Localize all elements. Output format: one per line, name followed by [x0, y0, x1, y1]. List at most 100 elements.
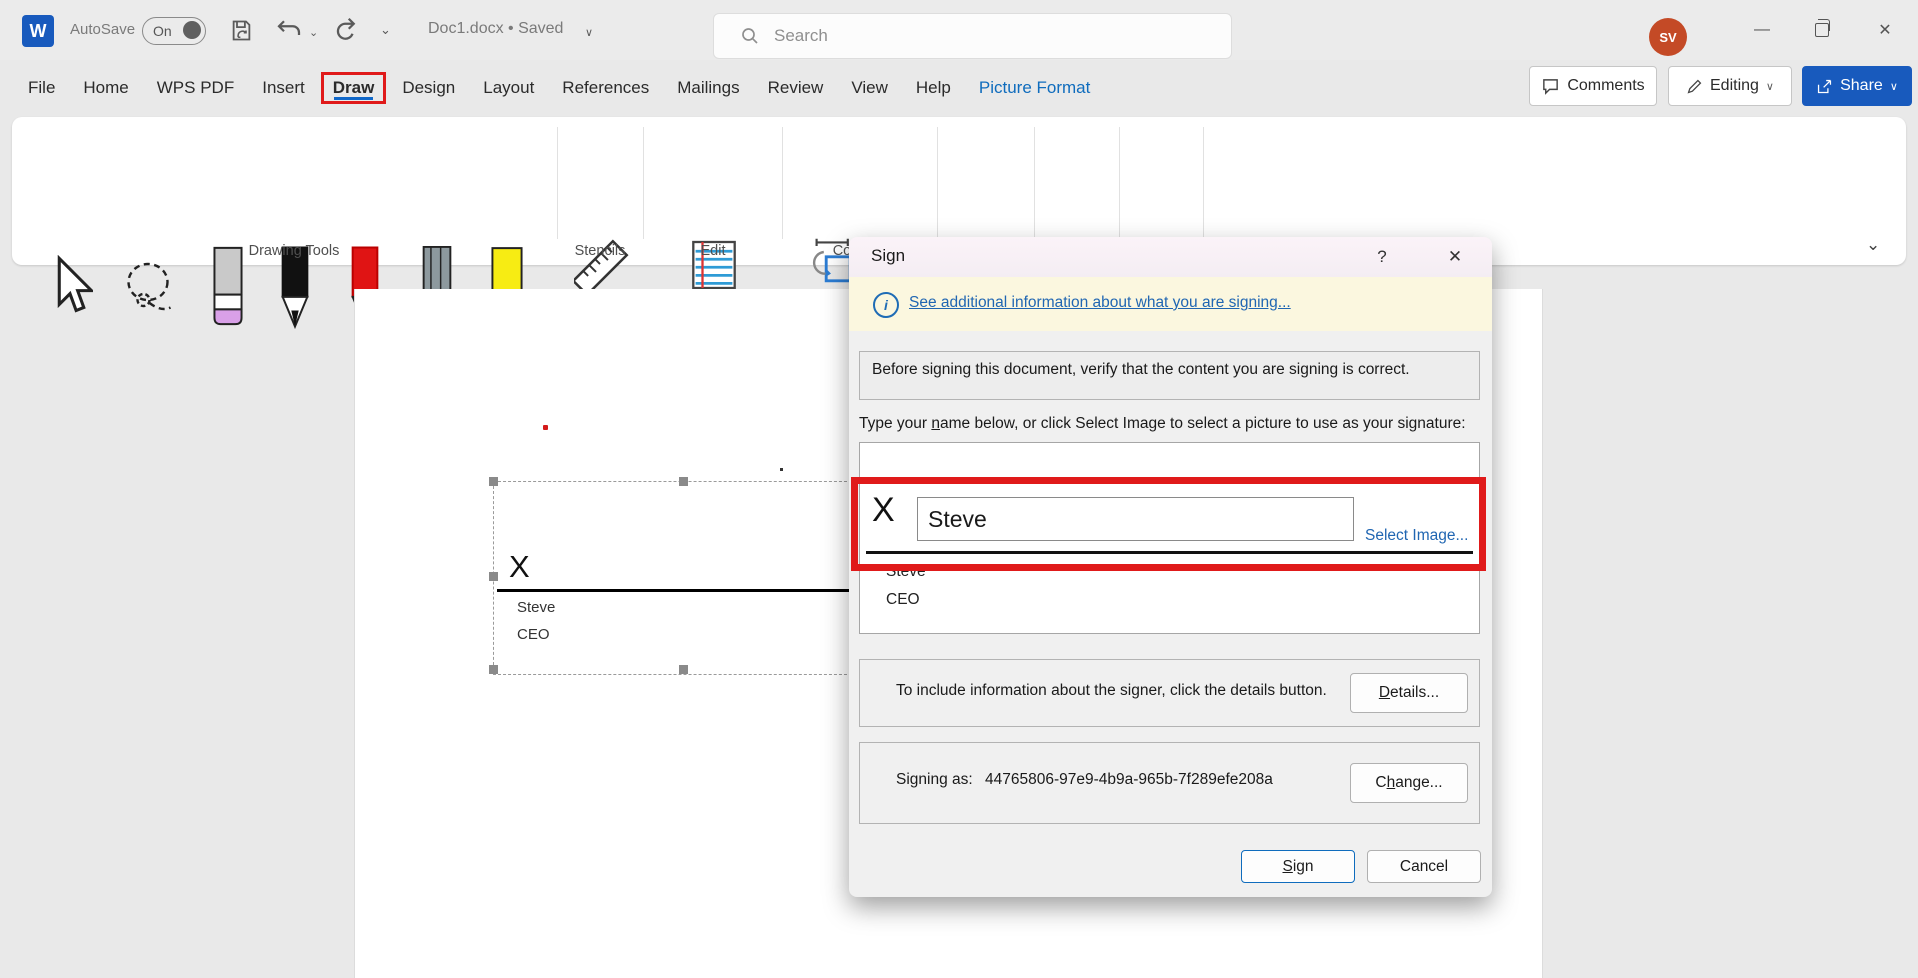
sign-dialog-titlebar: Sign ? ✕ — [849, 237, 1492, 277]
lasso-tool-button[interactable] — [118, 259, 184, 317]
autosave-toggle[interactable]: On — [142, 17, 206, 45]
selection-handle[interactable] — [489, 477, 498, 486]
cursor-icon — [57, 255, 93, 313]
save-icon[interactable] — [228, 17, 255, 44]
group-separator — [1203, 127, 1204, 239]
share-button[interactable]: Share ∨ — [1802, 66, 1912, 106]
editing-label: Editing — [1710, 77, 1759, 94]
ribbon-tab-row: File Home WPS PDF Insert Draw Design Lay… — [14, 62, 1104, 114]
type-name-label: Type your name below, or click Select Im… — [859, 415, 1466, 432]
signing-as-value: 44765806-97e9-4b9a-965b-7f289efe208a — [985, 771, 1273, 788]
autosave-label: AutoSave — [70, 21, 136, 38]
tab-wps-pdf[interactable]: WPS PDF — [143, 72, 248, 104]
ink-red-dot — [543, 425, 548, 430]
redo-icon[interactable] — [330, 15, 360, 45]
document-title[interactable]: Doc1.docx • Saved — [428, 20, 563, 38]
comment-icon — [1541, 77, 1560, 96]
selection-handle[interactable] — [679, 477, 688, 486]
tab-layout[interactable]: Layout — [469, 72, 548, 104]
toggle-knob-icon — [183, 21, 201, 39]
restore-icon — [1815, 19, 1830, 37]
verify-message-box: Before signing this document, verify tha… — [859, 351, 1480, 400]
sign-button[interactable]: Sign — [1241, 850, 1355, 883]
tab-review[interactable]: Review — [754, 72, 838, 104]
document-signer-name: Steve — [517, 599, 556, 616]
change-button[interactable]: Change... — [1350, 763, 1468, 803]
pencil-icon — [1686, 78, 1703, 95]
selection-handle[interactable] — [679, 665, 688, 674]
minimize-icon: — — [1754, 21, 1770, 38]
document-signature-line — [497, 589, 854, 592]
selection-handle[interactable] — [489, 572, 498, 581]
sign-dialog-title: Sign — [871, 246, 906, 265]
tab-file[interactable]: File — [14, 72, 69, 104]
selection-handle[interactable] — [489, 665, 498, 674]
more-commands-icon[interactable]: ⌄ — [380, 22, 391, 38]
details-button[interactable]: Details... — [1350, 673, 1468, 713]
undo-icon[interactable] — [274, 15, 304, 45]
editing-chevron-icon: ∨ — [1765, 80, 1774, 93]
editing-mode-button[interactable]: Editing ∨ — [1668, 66, 1792, 106]
autosave-toggle-state: On — [153, 23, 172, 39]
close-icon: ✕ — [1878, 22, 1892, 39]
tab-insert[interactable]: Insert — [248, 72, 319, 104]
details-text: To include information about the signer,… — [896, 682, 1327, 699]
title-bar: W AutoSave On ⌄ ⌄ Doc1.docx • Saved ∨ Se… — [0, 0, 1918, 60]
additional-info-link[interactable]: See additional information about what yo… — [909, 294, 1291, 312]
tab-references[interactable]: References — [548, 72, 663, 104]
signing-info-bar: i See additional information about what … — [849, 277, 1492, 331]
document-title-chevron-icon[interactable]: ∨ — [585, 26, 593, 39]
details-section: To include information about the signer,… — [859, 659, 1480, 727]
undo-dropdown-chevron-icon[interactable]: ⌄ — [309, 26, 318, 39]
eraser-icon — [213, 246, 243, 326]
group-label-stencils: Stencils — [574, 243, 626, 259]
share-icon — [1816, 78, 1833, 95]
sign-dialog: Sign ? ✕ i See additional information ab… — [849, 237, 1492, 897]
search-input[interactable]: Search — [713, 13, 1232, 59]
tab-view[interactable]: View — [837, 72, 902, 104]
restore-button[interactable] — [1799, 8, 1845, 52]
group-separator — [557, 127, 558, 239]
dialog-help-button[interactable]: ? — [1365, 241, 1399, 273]
share-label: Share — [1840, 77, 1883, 94]
document-signer-role: CEO — [517, 626, 550, 643]
tab-design[interactable]: Design — [388, 72, 469, 104]
comments-button[interactable]: Comments — [1529, 66, 1657, 106]
tab-picture-format[interactable]: Picture Format — [965, 72, 1104, 104]
tab-help[interactable]: Help — [902, 72, 965, 104]
group-separator — [937, 127, 938, 239]
comments-label: Comments — [1567, 77, 1645, 94]
share-chevron-icon: ∨ — [1889, 80, 1898, 93]
eraser-tool-button[interactable] — [212, 245, 244, 327]
signature-selection-box[interactable] — [493, 481, 857, 675]
group-separator — [782, 127, 783, 239]
tab-home[interactable]: Home — [69, 72, 142, 104]
annotation-box-signature — [851, 477, 1486, 571]
word-logo-icon: W — [22, 15, 54, 47]
close-icon: ✕ — [1447, 247, 1463, 266]
group-separator — [1034, 127, 1035, 239]
ink-black-dot — [780, 468, 783, 471]
search-icon — [740, 26, 760, 46]
signing-as-label: Signing as: — [896, 771, 973, 788]
group-separator — [643, 127, 644, 239]
info-icon: i — [873, 292, 899, 318]
group-label-drawing-tools: Drawing Tools — [248, 243, 340, 259]
signature-preview-role: CEO — [886, 591, 920, 608]
minimize-button[interactable]: — — [1739, 8, 1785, 52]
word-window: W AutoSave On ⌄ ⌄ Doc1.docx • Saved ∨ Se… — [0, 0, 1918, 978]
tab-draw[interactable]: Draw — [320, 72, 387, 104]
help-icon: ? — [1377, 247, 1387, 266]
close-button[interactable]: ✕ — [1862, 8, 1908, 52]
search-placeholder: Search — [774, 26, 828, 45]
group-label-edit: Edit — [700, 243, 726, 259]
select-tool-button[interactable] — [47, 255, 93, 317]
collapse-ribbon-icon[interactable]: ⌄ — [1866, 235, 1880, 255]
cancel-button[interactable]: Cancel — [1367, 850, 1481, 883]
avatar[interactable]: SV — [1649, 18, 1687, 56]
document-signature-x: X — [509, 549, 530, 584]
tab-mailings[interactable]: Mailings — [663, 72, 753, 104]
dialog-close-button[interactable]: ✕ — [1435, 241, 1475, 273]
signing-as-section: Signing as: 44765806-97e9-4b9a-965b-7f28… — [859, 742, 1480, 824]
group-separator — [1119, 127, 1120, 239]
